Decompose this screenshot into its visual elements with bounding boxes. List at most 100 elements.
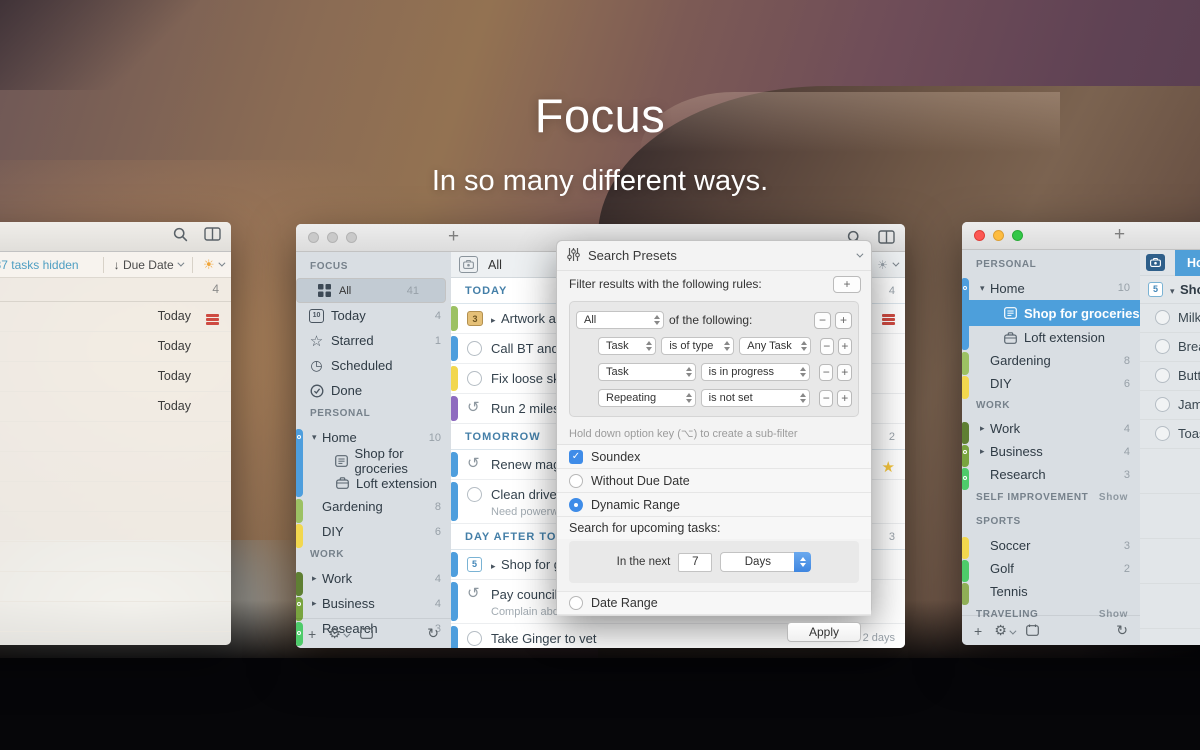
sidebar-toggle-icon[interactable]	[204, 227, 221, 247]
sidebar-item-golf[interactable]: Golf 2	[962, 557, 1140, 580]
gear-menu-button[interactable]: ⚙	[994, 622, 1014, 639]
radio-off-icon[interactable]	[569, 596, 583, 610]
task-checkbox[interactable]	[1155, 426, 1170, 441]
add-preset-button[interactable]: +	[833, 276, 861, 293]
sidebar-item-home[interactable]: ▾ Home 10	[962, 276, 1140, 300]
task-checkbox[interactable]	[1155, 339, 1170, 354]
disclosure-right-icon[interactable]: ▸	[491, 561, 501, 572]
task-checkbox[interactable]	[467, 341, 482, 356]
operator-select[interactable]: is in progress	[701, 363, 810, 381]
sidebar-item-scheduled[interactable]: ◷ Scheduled	[296, 353, 451, 378]
sort-by-dropdown[interactable]: Due Date	[123, 258, 174, 272]
date-range-option[interactable]: Date Range	[557, 591, 871, 615]
task-checkbox[interactable]	[467, 487, 482, 502]
disclosure-right-icon[interactable]: ▸	[491, 315, 501, 326]
task-row[interactable]: 5 ▾Shop for	[1140, 276, 1200, 304]
sidebar-item-business[interactable]: ▸ Business 4	[296, 591, 451, 616]
apply-button[interactable]: Apply	[787, 622, 861, 642]
sidebar-item-loft-extension[interactable]: Loft extension	[296, 472, 451, 494]
field-select[interactable]: Task	[598, 363, 696, 381]
sidebar-item-diy[interactable]: DIY 6	[296, 519, 451, 544]
zoom-button[interactable]	[346, 232, 357, 243]
close-button[interactable]	[974, 230, 985, 241]
sidebar-item-gardening[interactable]: Gardening 8	[296, 494, 451, 519]
value-select[interactable]: Any Task	[739, 337, 810, 355]
disclosure-down-icon[interactable]: ▾	[312, 432, 322, 443]
close-button[interactable]	[308, 232, 319, 243]
checklist-item[interactable]: Milk	[1140, 304, 1200, 333]
zoom-button[interactable]	[1012, 230, 1023, 241]
checklist-item[interactable]: Jam	[1140, 391, 1200, 420]
view-options-button[interactable]: ☀	[877, 258, 897, 272]
sidebar-item-diy[interactable]: DIY 6	[962, 372, 1140, 395]
sidebar-item-today[interactable]: 10 Today 4	[296, 303, 451, 328]
minimize-button[interactable]	[327, 232, 338, 243]
checklist-item[interactable]: Butter	[1140, 362, 1200, 391]
add-rule-button[interactable]: +	[838, 338, 852, 355]
tab-all[interactable]: All	[488, 258, 502, 272]
sidebar-item-research[interactable]: Research 3	[962, 463, 1140, 486]
sidebar-item-all[interactable]: All 41	[296, 278, 446, 303]
add-task-button[interactable]: +	[448, 226, 459, 248]
add-rule-button[interactable]: +	[837, 364, 852, 381]
disclosure-right-icon[interactable]: ▸	[980, 446, 990, 457]
radio-on-icon[interactable]	[569, 498, 583, 512]
sidebar-item-business[interactable]: ▸ Business 4	[962, 440, 1140, 463]
tab-home[interactable]: Home	[1175, 250, 1200, 276]
calendar-button[interactable]	[360, 626, 373, 642]
operator-select[interactable]: is not set	[701, 389, 810, 407]
add-list-button[interactable]: +	[308, 626, 316, 642]
unit-dropdown[interactable]: Days	[720, 552, 811, 572]
operator-select[interactable]: is of type	[661, 337, 734, 355]
task-checkbox[interactable]	[1155, 397, 1170, 412]
sidebar-item-work[interactable]: ▸ Work 4	[962, 417, 1140, 440]
add-list-button[interactable]: +	[974, 623, 982, 639]
calendar-button[interactable]	[1026, 623, 1039, 639]
add-task-button[interactable]: +	[1114, 224, 1125, 246]
right-window-titlebar[interactable]: +	[962, 222, 1200, 250]
disclosure-down-icon[interactable]: ▾	[1170, 286, 1180, 297]
sidebar-item-starred[interactable]: ☆ Starred 1	[296, 328, 451, 353]
disclosure-right-icon[interactable]: ▸	[312, 598, 322, 609]
minimize-button[interactable]	[993, 230, 1004, 241]
star-icon[interactable]: ★	[882, 458, 895, 476]
disclosure-right-icon[interactable]: ▸	[980, 423, 990, 434]
left-window-titlebar[interactable]	[0, 222, 231, 252]
checklist-item[interactable]: Bread	[1140, 333, 1200, 362]
sidebar-item-tennis[interactable]: Tennis	[962, 580, 1140, 603]
show-link[interactable]: Show	[1099, 486, 1128, 510]
sidebar-item-gardening[interactable]: Gardening 8	[962, 349, 1140, 372]
remove-rule-button[interactable]: −	[814, 312, 831, 329]
sidebar-item-done[interactable]: Done	[296, 378, 451, 403]
sync-button[interactable]: ↻	[1116, 622, 1128, 639]
table-row[interactable]: Today	[0, 392, 231, 422]
radio-off-icon[interactable]	[569, 474, 583, 488]
days-count-input[interactable]	[678, 553, 712, 572]
remove-rule-button[interactable]: −	[819, 364, 834, 381]
sidebar-item-loft-extension[interactable]: Loft extension	[962, 326, 1140, 349]
remove-rule-button[interactable]: −	[819, 390, 834, 407]
field-select[interactable]: Repeating	[598, 389, 696, 407]
disclosure-down-icon[interactable]: ▾	[980, 283, 990, 294]
checklist-item[interactable]: Toast	[1140, 420, 1200, 449]
gear-menu-button[interactable]: ⚙	[328, 625, 348, 642]
sidebar-toggle-icon[interactable]	[878, 230, 895, 250]
chevron-down-icon[interactable]	[856, 251, 863, 258]
table-row[interactable]: Today	[0, 302, 231, 332]
sidebar-item-shop-for-groceries[interactable]: Shop for groceries	[962, 300, 1140, 326]
add-rule-button[interactable]: +	[835, 312, 852, 329]
checkbox-checked-icon[interactable]: ✓	[569, 450, 583, 464]
task-checkbox[interactable]	[467, 631, 482, 646]
match-select[interactable]: All	[576, 311, 664, 329]
hidden-tasks-banner[interactable]: 37 tasks hidden	[0, 258, 79, 272]
soundex-option[interactable]: ✓ Soundex	[557, 445, 871, 469]
focus-mode-icon[interactable]	[1146, 254, 1165, 271]
disclosure-right-icon[interactable]: ▸	[312, 573, 322, 584]
sidebar-item-soccer[interactable]: Soccer 3	[962, 534, 1140, 557]
table-row[interactable]: Today	[0, 332, 231, 362]
task-checkbox[interactable]	[467, 371, 482, 386]
view-options-sun-icon[interactable]: ☀	[203, 257, 215, 273]
task-checkbox[interactable]	[1155, 368, 1170, 383]
without-due-date-option[interactable]: Without Due Date	[557, 469, 871, 493]
sync-button[interactable]: ↻	[427, 625, 439, 642]
